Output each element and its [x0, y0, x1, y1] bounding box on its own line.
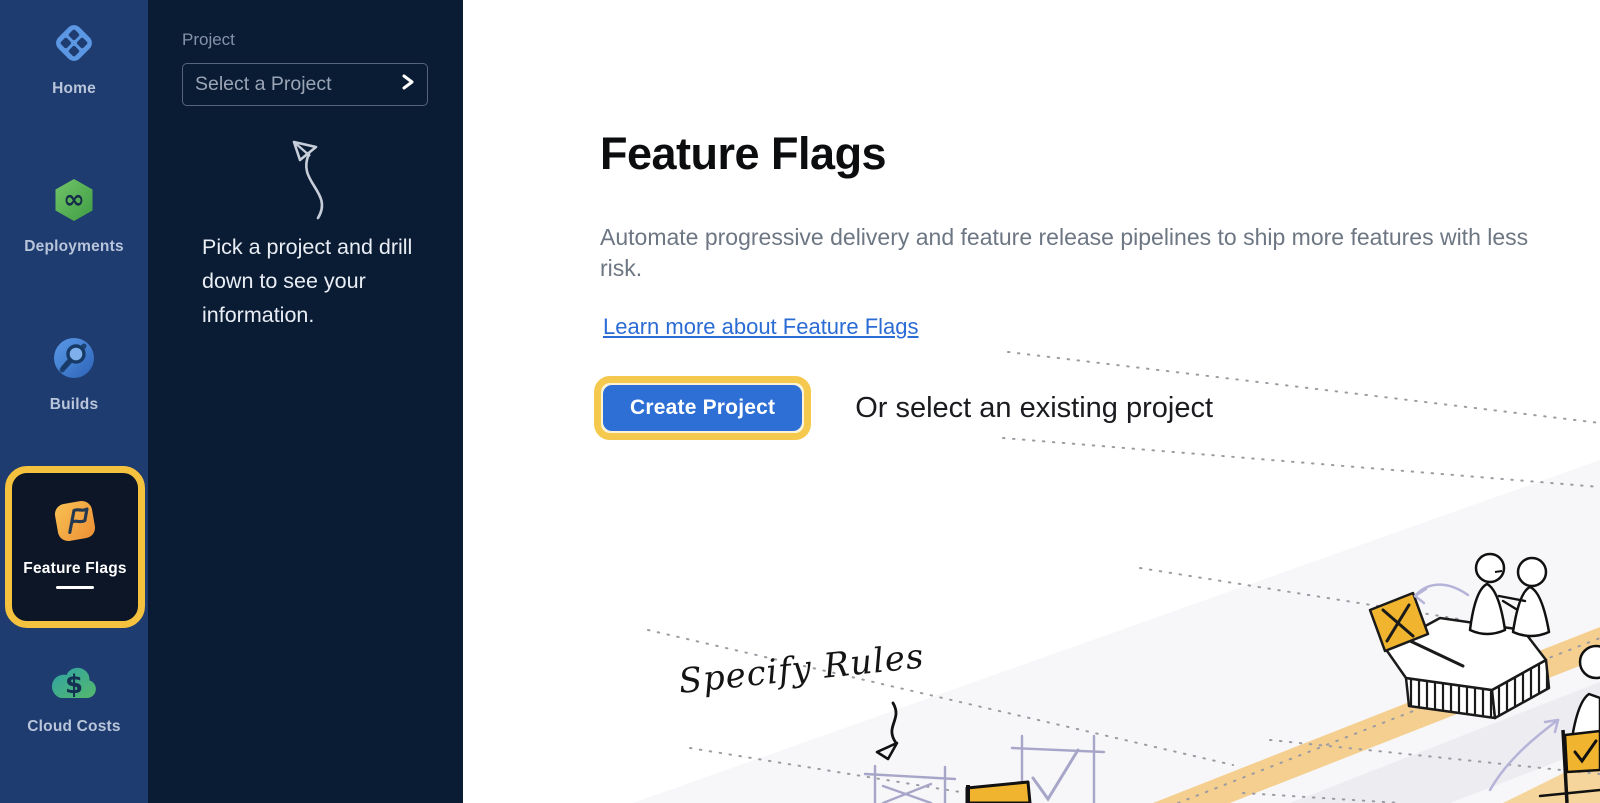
illustration-caption: Specify Rules — [677, 636, 926, 702]
home-icon — [51, 20, 97, 71]
svg-text:$: $ — [65, 670, 83, 700]
chevron-right-icon — [401, 73, 415, 97]
sidebar-item-deployments[interactable]: ∞ Deployments — [0, 176, 148, 256]
sidebar-item-label: Cloud Costs — [27, 718, 120, 736]
builds-icon — [50, 334, 98, 387]
primary-sidebar: Home ∞ Deployments — [0, 0, 148, 803]
project-selector-value: Select a Project — [195, 73, 332, 96]
sidebar-item-label: Builds — [50, 396, 99, 414]
svg-text:∞: ∞ — [63, 185, 85, 215]
cloud-costs-icon: $ — [47, 660, 101, 709]
or-select-existing-text: Or select an existing project — [855, 392, 1213, 425]
arrow-doodle-icon — [248, 116, 368, 231]
page-description: Automate progressive delivery and featur… — [600, 222, 1540, 284]
sidebar-item-builds[interactable]: Builds — [0, 334, 148, 414]
active-item-underline — [56, 586, 94, 589]
project-selector[interactable]: Select a Project — [182, 63, 428, 106]
create-project-highlight-ring: Create Project — [594, 376, 811, 440]
app-window: Home ∞ Deployments — [0, 0, 1600, 803]
project-hint-text: Pick a project and drill down to see you… — [202, 230, 417, 332]
sidebar-item-label: Deployments — [24, 238, 124, 256]
sidebar-item-cloud-costs[interactable]: $ Cloud Costs — [0, 660, 148, 736]
project-panel: Project Select a Project Pick a project … — [148, 0, 463, 803]
cta-row: Create Project Or select an existing pro… — [594, 376, 1213, 440]
create-project-button[interactable]: Create Project — [603, 385, 802, 431]
feature-flags-icon — [49, 495, 101, 552]
project-section-label: Project — [182, 30, 235, 50]
main-content: Specify Rules — [463, 0, 1600, 803]
learn-more-link[interactable]: Learn more about Feature Flags — [593, 309, 929, 345]
page-title: Feature Flags — [600, 128, 886, 180]
sidebar-item-home[interactable]: Home — [0, 20, 148, 98]
sidebar-item-label: Feature Flags — [23, 560, 126, 578]
sidebar-item-label: Home — [52, 80, 96, 98]
deployments-icon: ∞ — [50, 176, 98, 229]
sidebar-item-feature-flags[interactable]: Feature Flags — [5, 466, 145, 628]
